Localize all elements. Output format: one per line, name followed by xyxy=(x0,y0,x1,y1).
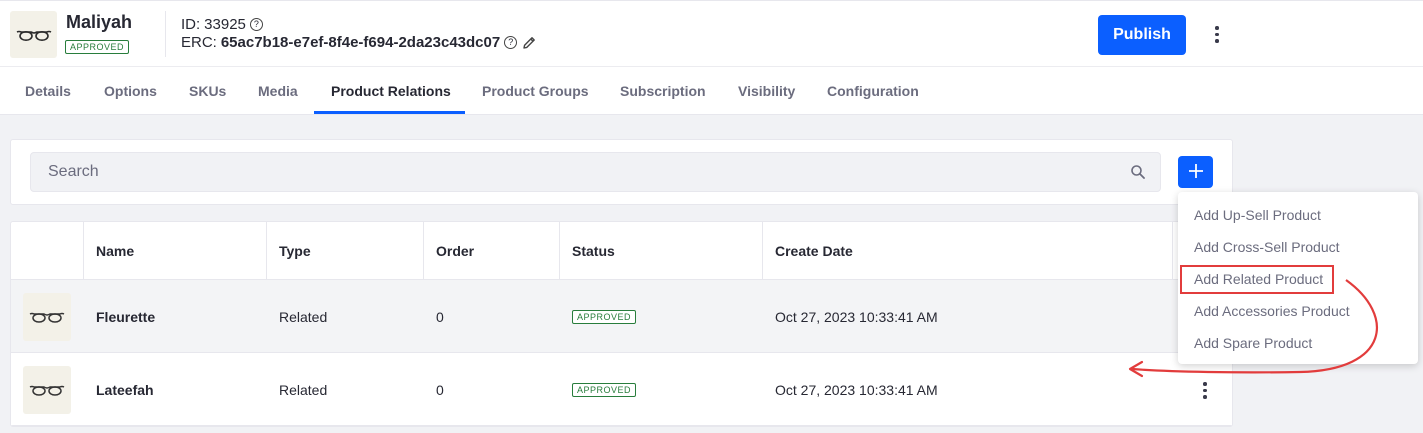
glasses-icon xyxy=(29,385,65,396)
search-input[interactable] xyxy=(30,152,1161,192)
status-badge: APPROVED xyxy=(572,309,637,324)
column-header-order[interactable]: Order xyxy=(424,222,474,280)
tab-options[interactable]: Options xyxy=(104,67,157,114)
id-value: 33925 xyxy=(204,16,246,33)
tab-subscription[interactable]: Subscription xyxy=(620,67,706,114)
help-icon[interactable]: ? xyxy=(249,18,263,31)
tab-media[interactable]: Media xyxy=(258,67,298,114)
erc-label: ERC: xyxy=(181,34,217,51)
cell-status: APPROVED xyxy=(560,353,637,426)
product-thumbnail xyxy=(10,11,57,58)
plus-icon xyxy=(1188,163,1203,178)
annotation-arrow xyxy=(1128,279,1378,378)
divider xyxy=(165,11,166,57)
active-tab-indicator xyxy=(314,111,465,114)
cell-create-date: Oct 27, 2023 10:33:41 AM xyxy=(775,381,938,398)
product-name: Maliyah xyxy=(66,12,133,32)
search-icon[interactable] xyxy=(1130,164,1146,180)
status-badge: APPROVED xyxy=(572,382,637,397)
cell-status: APPROVED xyxy=(560,280,637,353)
erc-value: 65ac7b18-e7ef-8f4e-f694-2da23c43dc07 xyxy=(220,34,501,51)
menu-item-add-up-sell[interactable]: Add Up-Sell Product xyxy=(1194,207,1321,223)
product-header: Maliyah APPROVED ID: 33925 ? ERC: 65ac7b… xyxy=(0,0,1423,67)
add-relation-button[interactable] xyxy=(1178,156,1213,188)
tab-product-relations[interactable]: Product Relations xyxy=(331,67,451,114)
cell-type: Related xyxy=(279,308,328,325)
menu-item-add-cross-sell[interactable]: Add Cross-Sell Product xyxy=(1194,239,1340,255)
glasses-icon xyxy=(16,30,51,41)
tab-skus[interactable]: SKUs xyxy=(189,67,226,114)
table-row[interactable]: Lateefah Related 0 APPROVED Oct 27, 2023… xyxy=(11,353,1232,426)
id-label: ID: xyxy=(181,16,201,33)
cell-create-date: Oct 27, 2023 10:33:41 AM xyxy=(775,308,938,325)
product-id: ID: 33925 ? xyxy=(181,16,263,33)
tab-product-groups[interactable]: Product Groups xyxy=(482,67,589,114)
status-badge: APPROVED xyxy=(65,40,130,54)
column-header-type[interactable]: Type xyxy=(267,222,311,280)
cell-type: Related xyxy=(279,381,328,398)
table-row[interactable]: Fleurette Related 0 APPROVED Oct 27, 202… xyxy=(11,280,1232,353)
product-thumbnail xyxy=(23,293,71,341)
publish-button[interactable]: Publish xyxy=(1098,15,1186,55)
tab-bar: Details Options SKUs Media Product Relat… xyxy=(0,67,1423,115)
table-header: Name Type Order Status Create Date xyxy=(11,222,1232,280)
cell-order: 0 xyxy=(436,308,444,325)
column-header-create-date[interactable]: Create Date xyxy=(763,222,853,280)
cell-order: 0 xyxy=(436,381,444,398)
column-header-name[interactable]: Name xyxy=(84,222,134,280)
column-header-status[interactable]: Status xyxy=(560,222,615,280)
tab-configuration[interactable]: Configuration xyxy=(827,67,919,114)
help-icon[interactable]: ? xyxy=(504,36,518,49)
kebab-icon[interactable] xyxy=(1214,26,1220,43)
product-thumbnail xyxy=(23,366,71,414)
pencil-icon[interactable] xyxy=(521,35,537,51)
tab-visibility[interactable]: Visibility xyxy=(738,67,795,114)
glasses-icon xyxy=(29,312,65,323)
tab-details[interactable]: Details xyxy=(25,67,71,114)
product-erc: ERC: 65ac7b18-e7ef-8f4e-f694-2da23c43dc0… xyxy=(181,34,537,51)
relations-table: Name Type Order Status Create Date Fleur… xyxy=(10,221,1233,427)
cell-name: Lateefah xyxy=(96,381,154,398)
cell-name: Fleurette xyxy=(96,308,156,325)
